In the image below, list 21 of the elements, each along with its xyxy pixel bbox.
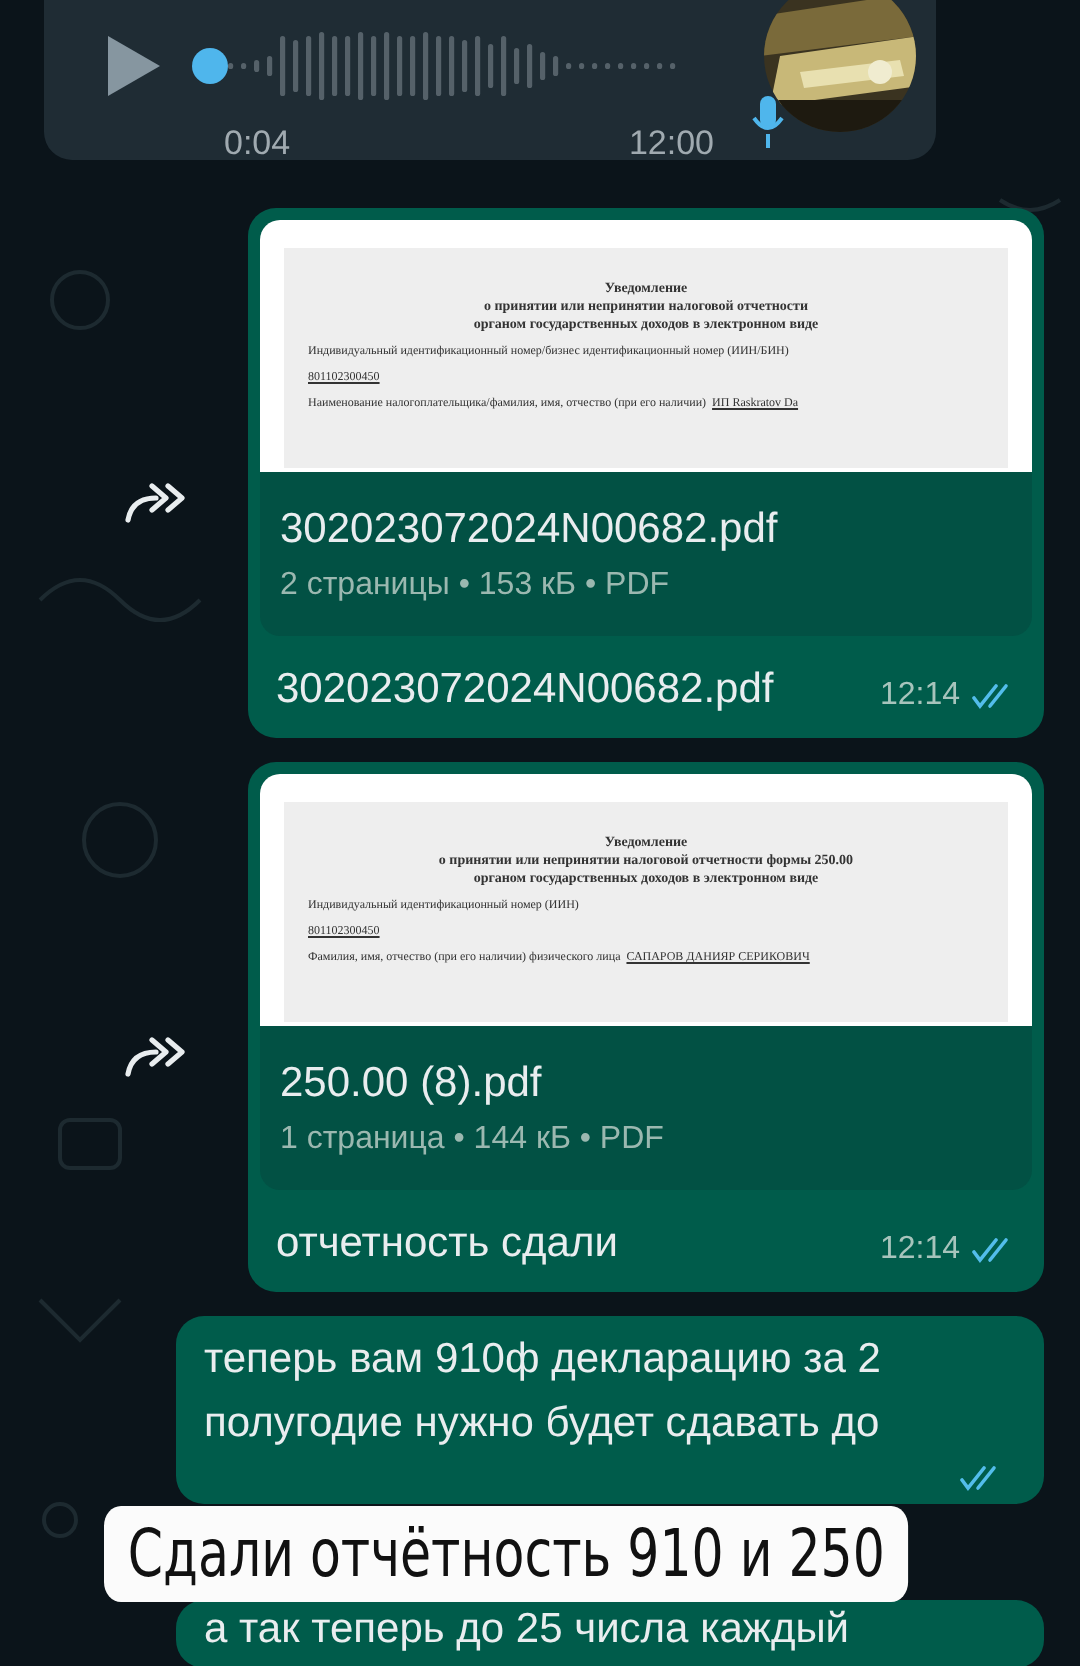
message-text: а так теперь до 25 числа каждый <box>204 1604 852 1656</box>
voice-duration: 0:04 <box>224 124 291 164</box>
message-time: 12:14 <box>879 1232 960 1268</box>
message-text: полугодие нужно будет сдавать до <box>204 1398 882 1450</box>
progress-thumb[interactable] <box>192 48 228 84</box>
forward-icon[interactable] <box>124 1034 188 1078</box>
microphone-icon <box>752 96 784 148</box>
message-text: отчетность сдали <box>276 1218 618 1270</box>
file-name: 250.00 (8).pdf <box>280 1058 544 1110</box>
message-text: теперь вам 910ф декларацию за 2 <box>204 1334 883 1386</box>
file-details: 2 страницы • 153 кБ • PDF <box>280 568 672 604</box>
forward-icon[interactable] <box>124 480 188 524</box>
video-caption: Сдали отчётность 910 и 250 <box>104 1506 909 1602</box>
message-time: 12:14 <box>879 678 960 714</box>
message-text: 302023072024N00682.pdf <box>276 664 774 716</box>
file-details: 1 страница • 144 кБ • PDF <box>280 1122 666 1158</box>
message-time: 12:00 <box>628 124 714 164</box>
file-name: 302023072024N00682.pdf <box>280 504 780 556</box>
play-icon[interactable] <box>104 32 164 100</box>
document-attachment[interactable] <box>260 220 1032 636</box>
document-attachment[interactable] <box>260 774 1032 1190</box>
